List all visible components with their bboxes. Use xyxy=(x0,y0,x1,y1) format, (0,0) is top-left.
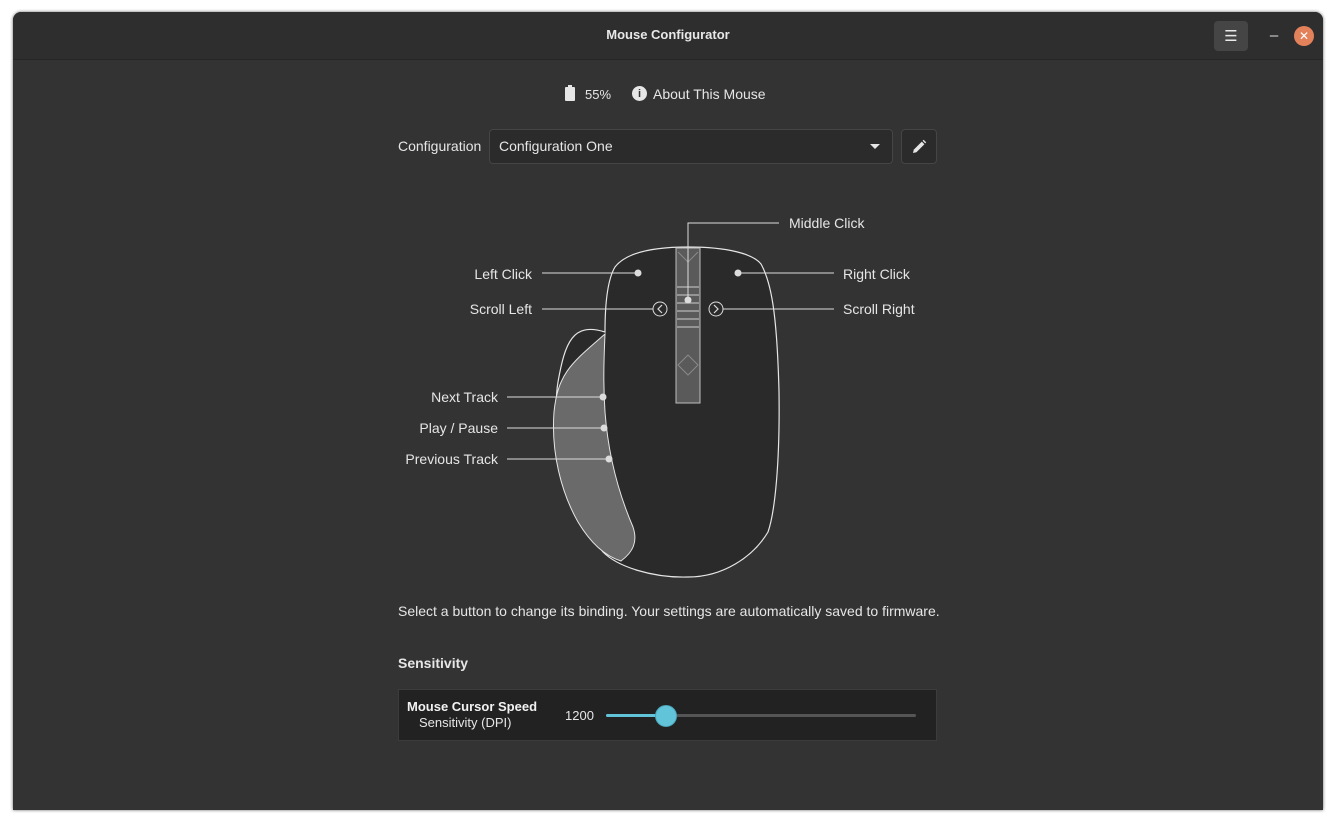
next-track-label[interactable]: Next Track xyxy=(431,389,498,405)
previous-track-label[interactable]: Previous Track xyxy=(405,451,498,467)
play-pause-dot[interactable] xyxy=(600,424,608,432)
slider-thumb[interactable] xyxy=(654,705,677,727)
previous-track-dot[interactable] xyxy=(605,455,613,463)
middle-click-label[interactable]: Middle Click xyxy=(789,215,864,231)
app-window: Mouse Configurator ☰ – ✕ 55% i About Thi… xyxy=(13,12,1323,810)
right-click-dot[interactable] xyxy=(734,269,742,277)
sensitivity-setting-name: Mouse Cursor Speed xyxy=(407,699,538,714)
binding-hint-text: Select a button to change its binding. Y… xyxy=(398,603,940,619)
sensitivity-slider[interactable] xyxy=(606,705,916,727)
sensitivity-heading: Sensitivity xyxy=(398,655,469,671)
left-click-label[interactable]: Left Click xyxy=(474,266,532,282)
scroll-left-label[interactable]: Scroll Left xyxy=(470,301,532,317)
sensitivity-value: 1200 xyxy=(565,708,594,723)
play-pause-label[interactable]: Play / Pause xyxy=(419,420,498,436)
middle-click-dot[interactable] xyxy=(684,296,692,304)
scroll-right-icon[interactable] xyxy=(708,301,724,317)
next-track-dot[interactable] xyxy=(599,393,607,401)
sensitivity-setting-subtitle: Sensitivity (DPI) xyxy=(419,715,512,730)
right-click-label[interactable]: Right Click xyxy=(843,266,910,282)
scroll-left-icon[interactable] xyxy=(652,301,668,317)
left-click-dot[interactable] xyxy=(634,269,642,277)
sensitivity-row: Mouse Cursor Speed Sensitivity (DPI) 120… xyxy=(398,689,937,741)
scroll-right-label[interactable]: Scroll Right xyxy=(843,301,915,317)
